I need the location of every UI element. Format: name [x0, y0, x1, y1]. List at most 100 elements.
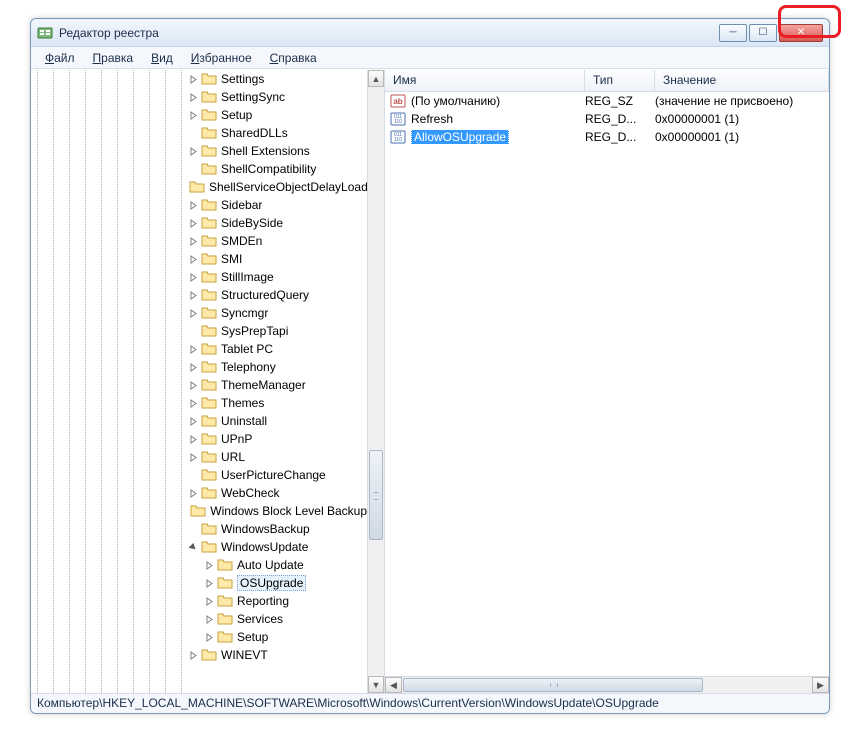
expand-icon[interactable] [187, 253, 199, 265]
folder-icon [201, 215, 221, 232]
expand-icon[interactable] [187, 343, 199, 355]
tree-vertical-scrollbar[interactable]: ▲ ▼ [367, 70, 384, 693]
tree-item[interactable]: Settings [31, 70, 367, 88]
expand-icon[interactable] [203, 577, 215, 589]
scroll-up-button[interactable]: ▲ [368, 70, 384, 87]
expand-icon[interactable] [203, 613, 215, 625]
expand-icon[interactable] [187, 145, 199, 157]
tree-item[interactable]: Windows Block Level Backup [31, 502, 367, 520]
maximize-button[interactable]: ☐ [749, 24, 777, 42]
expand-icon[interactable] [203, 559, 215, 571]
menu-help[interactable]: Справка [262, 49, 325, 67]
scroll-left-button[interactable]: ◀ [385, 677, 402, 693]
tree-item[interactable]: StructuredQuery [31, 286, 367, 304]
registry-tree[interactable]: SettingsSettingSyncSetupSharedDLLsShell … [31, 70, 367, 664]
values-header[interactable]: Имя Тип Значение [385, 70, 829, 92]
regedit-window: Редактор реестра ─ ☐ ✕ Файл Правка Вид И… [30, 18, 830, 714]
folder-icon [201, 377, 221, 394]
expand-icon[interactable] [187, 307, 199, 319]
tree-item[interactable]: ThemeManager [31, 376, 367, 394]
tree-item[interactable]: SMI [31, 250, 367, 268]
values-list[interactable]: ab(По умолчанию)REG_SZ(значение не присв… [385, 92, 829, 676]
column-value[interactable]: Значение [655, 70, 829, 91]
minimize-button[interactable]: ─ [719, 24, 747, 42]
tree-item-label: Tablet PC [221, 342, 273, 356]
close-button[interactable]: ✕ [779, 24, 823, 42]
tree-item[interactable]: UPnP [31, 430, 367, 448]
expand-icon[interactable] [203, 595, 215, 607]
expand-icon[interactable] [187, 361, 199, 373]
tree-item[interactable]: Reporting [31, 592, 367, 610]
tree-item-label: SMDEn [221, 234, 262, 248]
expand-icon[interactable] [187, 397, 199, 409]
scroll-right-button[interactable]: ▶ [812, 677, 829, 693]
tree-item-label: Reporting [237, 594, 289, 608]
tree-item[interactable]: OSUpgrade [31, 574, 367, 592]
expand-icon[interactable] [187, 73, 199, 85]
value-name: (По умолчанию) [411, 94, 585, 108]
tree-item[interactable]: Syncmgr [31, 304, 367, 322]
tree-item[interactable]: URL [31, 448, 367, 466]
tree-item[interactable]: Uninstall [31, 412, 367, 430]
tree-item[interactable]: Tablet PC [31, 340, 367, 358]
tree-item[interactable]: SettingSync [31, 88, 367, 106]
folder-icon [217, 575, 237, 592]
tree-item[interactable]: Services [31, 610, 367, 628]
expand-icon[interactable] [187, 235, 199, 247]
scroll-down-button[interactable]: ▼ [368, 676, 384, 693]
expand-icon[interactable] [187, 217, 199, 229]
column-name[interactable]: Имя [385, 70, 585, 91]
folder-icon [189, 179, 209, 196]
tree-item[interactable]: Themes [31, 394, 367, 412]
expand-icon[interactable] [187, 487, 199, 499]
expand-icon[interactable] [187, 289, 199, 301]
menu-file[interactable]: Файл [37, 49, 83, 67]
collapse-icon[interactable] [187, 541, 199, 553]
tree-item[interactable]: SysPrepTapi [31, 322, 367, 340]
tree-item[interactable]: WINEVT [31, 646, 367, 664]
values-horizontal-scrollbar[interactable]: ◀ ▶ [385, 676, 829, 693]
scroll-thumb[interactable] [369, 450, 383, 540]
tree-item-label: WindowsUpdate [221, 540, 308, 554]
tree-item[interactable]: Setup [31, 628, 367, 646]
scroll-thumb-h[interactable] [403, 678, 703, 692]
tree-item[interactable]: WindowsBackup [31, 520, 367, 538]
tree-item[interactable]: WindowsUpdate [31, 538, 367, 556]
value-row[interactable]: 011110RefreshREG_D...0x00000001 (1) [385, 110, 829, 128]
titlebar[interactable]: Редактор реестра ─ ☐ ✕ [31, 19, 829, 47]
tree-item[interactable]: Telephony [31, 358, 367, 376]
tree-item[interactable]: UserPictureChange [31, 466, 367, 484]
expand-icon[interactable] [203, 631, 215, 643]
tree-item[interactable]: SideBySide [31, 214, 367, 232]
tree-item[interactable]: WebCheck [31, 484, 367, 502]
tree-item[interactable]: Auto Update [31, 556, 367, 574]
tree-item[interactable]: Setup [31, 106, 367, 124]
expand-icon[interactable] [187, 91, 199, 103]
tree-item[interactable]: Shell Extensions [31, 142, 367, 160]
tree-item[interactable]: SharedDLLs [31, 124, 367, 142]
expand-icon[interactable] [187, 271, 199, 283]
expand-icon[interactable] [187, 649, 199, 661]
menu-edit[interactable]: Правка [85, 49, 142, 67]
expand-icon[interactable] [187, 433, 199, 445]
tree-item-label: WINEVT [221, 648, 268, 662]
tree-item[interactable]: StillImage [31, 268, 367, 286]
value-type-icon: 011110 [385, 129, 411, 145]
tree-item[interactable]: ShellCompatibility [31, 160, 367, 178]
expand-icon[interactable] [187, 415, 199, 427]
app-icon [37, 25, 53, 41]
expand-icon[interactable] [187, 199, 199, 211]
value-row[interactable]: ab(По умолчанию)REG_SZ(значение не присв… [385, 92, 829, 110]
value-row[interactable]: 011110AllowOSUpgradeREG_D...0x00000001 (… [385, 128, 829, 146]
tree-item[interactable]: Sidebar [31, 196, 367, 214]
tree-item[interactable]: ShellServiceObjectDelayLoad [31, 178, 367, 196]
value-name: AllowOSUpgrade [411, 130, 585, 144]
tree-item[interactable]: SMDEn [31, 232, 367, 250]
menu-view[interactable]: Вид [143, 49, 181, 67]
tree-pane: SettingsSettingSyncSetupSharedDLLsShell … [31, 70, 385, 693]
menu-favorites[interactable]: Избранное [183, 49, 260, 67]
expand-icon[interactable] [187, 379, 199, 391]
expand-icon[interactable] [187, 451, 199, 463]
column-type[interactable]: Тип [585, 70, 655, 91]
expand-icon[interactable] [187, 109, 199, 121]
